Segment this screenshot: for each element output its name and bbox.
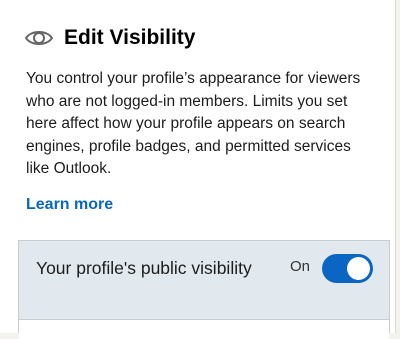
public-visibility-control: On [290,254,373,283]
learn-more-link[interactable]: Learn more [26,196,113,214]
toggle-knob [347,257,370,280]
public-visibility-setting: Your profile's public visibility On [18,240,390,339]
edit-visibility-panel: Edit Visibility You control your profile… [0,0,396,339]
eye-icon [24,27,54,49]
visibility-description: You control your profile’s appearance fo… [26,70,361,177]
panel-heading: Edit Visibility [24,26,195,50]
public-visibility-toggle[interactable] [322,254,373,283]
toggle-state-label: On [289,258,310,275]
panel-title: Edit Visibility [64,26,196,49]
visibility-options-box [19,319,389,339]
public-visibility-label: Your profile's public visibility [36,258,252,278]
